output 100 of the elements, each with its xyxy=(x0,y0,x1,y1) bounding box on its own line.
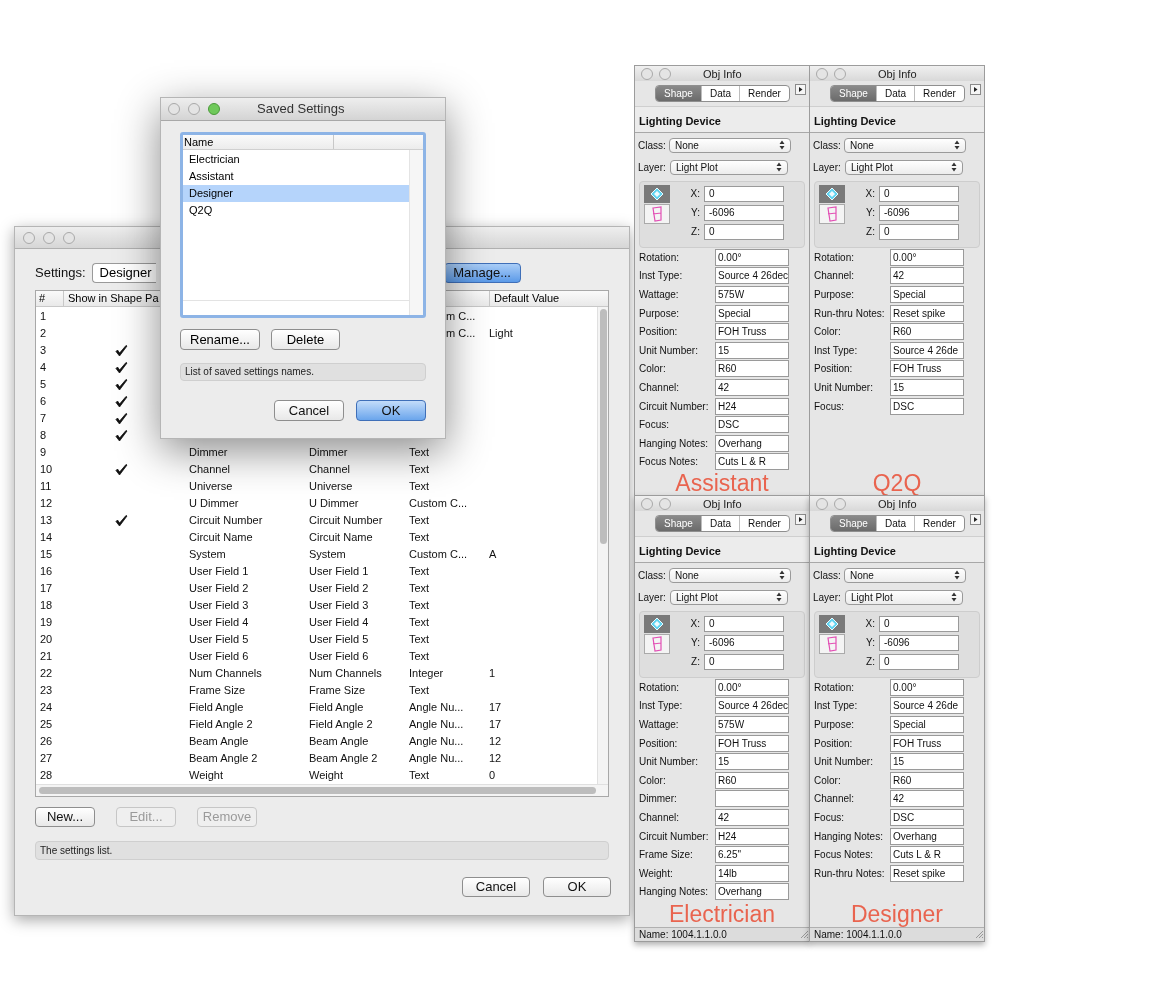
coordinate-field[interactable]: -6096 xyxy=(879,204,959,221)
column-header[interactable]: Show in Shape Pa xyxy=(64,291,157,306)
window-control-button[interactable] xyxy=(188,103,200,115)
property-field[interactable]: FOH Truss xyxy=(890,360,964,378)
window-control-button[interactable] xyxy=(641,497,653,510)
window-control-button[interactable] xyxy=(208,103,220,115)
window-control-button[interactable] xyxy=(834,67,846,80)
list-item[interactable]: Q2Q xyxy=(183,202,409,219)
resize-grip-icon[interactable] xyxy=(800,930,809,939)
property-field[interactable]: 15 xyxy=(715,753,789,771)
property-field[interactable]: R60 xyxy=(890,323,964,341)
property-field[interactable]: 6.25" xyxy=(715,846,789,864)
window-control-button[interactable] xyxy=(641,67,653,80)
palette-tab[interactable]: Shape xyxy=(656,516,701,531)
property-field[interactable]: Source 4 26de xyxy=(890,341,964,359)
coordinate-field[interactable]: -6096 xyxy=(704,204,784,221)
palette-tab[interactable]: Render xyxy=(739,86,789,101)
property-field[interactable]: 42 xyxy=(715,808,789,826)
property-field[interactable]: DSC xyxy=(715,416,789,434)
coordinate-field[interactable]: 0 xyxy=(704,223,784,240)
property-field[interactable]: Reset spike xyxy=(890,304,964,322)
layer-dropdown[interactable]: Light Plot xyxy=(670,159,788,175)
coordinate-field[interactable]: -6096 xyxy=(879,634,959,651)
coordinate-field[interactable]: 0 xyxy=(879,653,959,670)
coordinate-field[interactable]: 0 xyxy=(704,653,784,670)
window-control-button[interactable] xyxy=(659,67,671,80)
list-item[interactable]: Assistant xyxy=(183,168,409,185)
scrollbar-track[interactable] xyxy=(409,150,423,315)
palette-tab[interactable]: Render xyxy=(914,516,964,531)
palette-tab[interactable]: Data xyxy=(700,516,740,531)
vertical-scrollbar[interactable] xyxy=(597,307,608,784)
column-header[interactable]: Default Value xyxy=(489,291,608,306)
property-field[interactable]: 15 xyxy=(715,341,789,359)
list-action-button[interactable]: Delete xyxy=(271,329,340,350)
property-field[interactable]: FOH Truss xyxy=(715,734,789,752)
coordinate-field[interactable]: 0 xyxy=(704,185,784,202)
property-field[interactable]: 0.00° xyxy=(890,678,964,696)
window-control-button[interactable] xyxy=(63,231,75,244)
palette-tab[interactable]: Data xyxy=(875,516,915,531)
window-control-button[interactable] xyxy=(659,497,671,510)
property-field[interactable]: FOH Truss xyxy=(715,323,789,341)
property-field[interactable]: H24 xyxy=(715,827,789,845)
plan-view-icon[interactable] xyxy=(644,615,670,633)
window-control-button[interactable] xyxy=(816,497,828,510)
property-field[interactable]: Overhang xyxy=(715,434,789,452)
outline-shape-icon[interactable] xyxy=(819,634,845,654)
list-item[interactable]: Designer xyxy=(183,185,409,202)
horizontal-scrollbar[interactable] xyxy=(36,784,608,796)
window-control-button[interactable] xyxy=(168,103,180,115)
class-dropdown[interactable]: None xyxy=(844,567,966,583)
outline-shape-icon[interactable] xyxy=(819,204,845,224)
table-action-button[interactable]: New... xyxy=(35,807,95,827)
palette-tab[interactable]: Shape xyxy=(831,86,876,101)
property-field[interactable]: DSC xyxy=(890,808,964,826)
dialog-button[interactable]: Cancel xyxy=(462,877,530,897)
property-field[interactable]: Source 4 26dec xyxy=(715,267,789,285)
property-field[interactable]: 575W xyxy=(715,286,789,303)
property-field[interactable]: 0.00° xyxy=(890,248,964,266)
coordinate-field[interactable]: 0 xyxy=(879,615,959,632)
property-field[interactable]: 15 xyxy=(890,378,964,396)
property-field[interactable]: R60 xyxy=(890,771,964,789)
property-field[interactable]: 42 xyxy=(890,790,964,808)
plan-view-icon[interactable] xyxy=(819,615,845,633)
list-action-button[interactable]: Rename... xyxy=(180,329,260,350)
coordinate-field[interactable]: 0 xyxy=(879,223,959,240)
class-dropdown[interactable]: None xyxy=(844,137,966,153)
property-field[interactable]: Cuts L & R xyxy=(890,846,964,864)
palette-tab[interactable]: Render xyxy=(739,516,789,531)
layer-dropdown[interactable]: Light Plot xyxy=(670,589,788,605)
class-dropdown[interactable]: None xyxy=(669,137,791,153)
property-field[interactable]: Source 4 26dec xyxy=(715,697,789,715)
dialog-button[interactable]: Cancel xyxy=(274,400,344,421)
property-field[interactable]: Overhang xyxy=(715,883,789,901)
property-field[interactable]: 15 xyxy=(890,753,964,771)
property-field[interactable]: DSC xyxy=(890,397,964,415)
property-field[interactable]: 14lb xyxy=(715,864,789,882)
palette-tab[interactable]: Data xyxy=(875,86,915,101)
property-field[interactable]: 575W xyxy=(715,716,789,733)
settings-dropdown[interactable]: Designer xyxy=(91,263,156,283)
property-field[interactable]: 0.00° xyxy=(715,678,789,696)
property-field[interactable]: R60 xyxy=(715,771,789,789)
property-field[interactable]: Cuts L & R xyxy=(715,453,789,471)
property-field[interactable]: Special xyxy=(890,286,964,303)
column-header[interactable]: # xyxy=(36,291,64,306)
property-field[interactable]: Special xyxy=(890,716,964,733)
manage-button[interactable]: Manage... xyxy=(443,263,521,283)
property-field[interactable] xyxy=(715,790,789,808)
property-field[interactable]: 42 xyxy=(715,378,789,396)
property-field[interactable]: 0.00° xyxy=(715,248,789,266)
palette-tab[interactable]: Data xyxy=(700,86,740,101)
class-dropdown[interactable]: None xyxy=(669,567,791,583)
list-item[interactable]: Electrician xyxy=(183,151,409,168)
property-field[interactable]: Special xyxy=(715,304,789,322)
outline-shape-icon[interactable] xyxy=(644,204,670,224)
layer-dropdown[interactable]: Light Plot xyxy=(845,159,963,175)
property-field[interactable]: Overhang xyxy=(890,827,964,845)
window-control-button[interactable] xyxy=(834,497,846,510)
property-field[interactable]: Source 4 26de xyxy=(890,697,964,715)
coordinate-field[interactable]: 0 xyxy=(879,185,959,202)
property-field[interactable]: FOH Truss xyxy=(890,734,964,752)
